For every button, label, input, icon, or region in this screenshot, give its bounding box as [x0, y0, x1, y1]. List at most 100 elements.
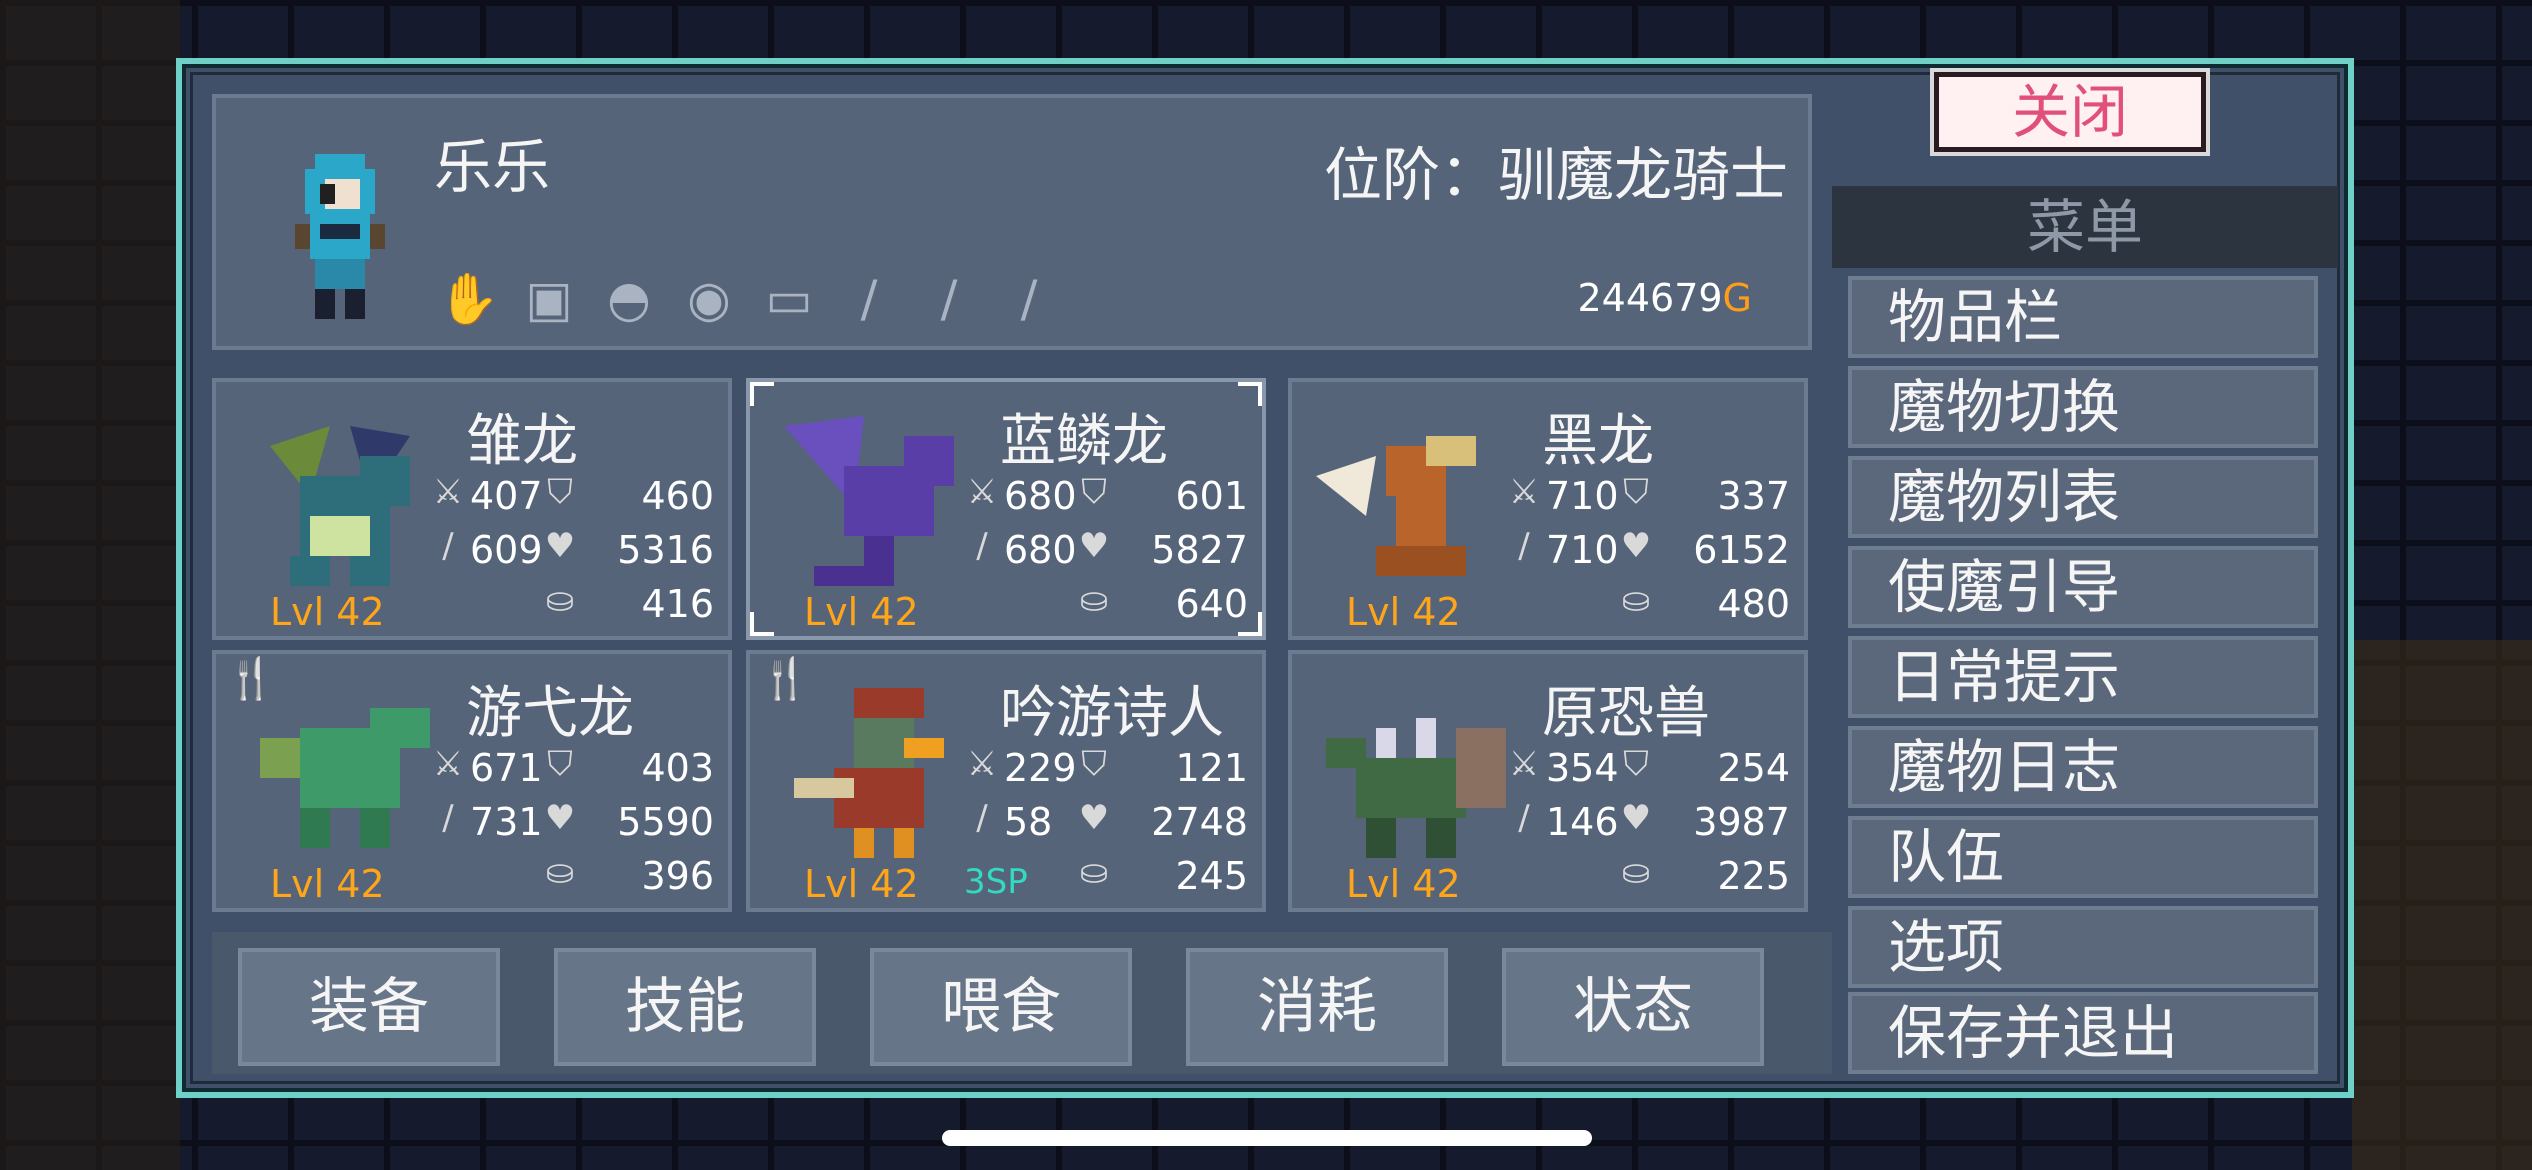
- food-row: ⛀ 396: [416, 852, 726, 900]
- selection-corner: [750, 612, 774, 636]
- monster-card-selected[interactable]: 蓝鳞龙 ⚔ 680 ⛉ 601 ∕ 680 ♥ 5827 ⛀ 640 Lvl 42: [746, 378, 1266, 640]
- heart-icon: ♥: [1078, 798, 1110, 838]
- food-value: 416: [641, 582, 714, 626]
- health-value: 5827: [1151, 528, 1248, 572]
- home-indicator[interactable]: [942, 1130, 1592, 1146]
- heart-icon: ♥: [544, 798, 576, 838]
- wand-icon: ∕: [976, 526, 988, 566]
- monster-name: 蓝鳞龙: [1000, 409, 1168, 474]
- shield-icon: ⛉: [1623, 744, 1649, 784]
- shield-icon: ⛉: [547, 744, 573, 784]
- black-dragon-sprite: [1316, 436, 1476, 576]
- blue-scale-dragon-sprite: [784, 416, 954, 586]
- skills-button[interactable]: 技能: [554, 948, 816, 1066]
- rank-value: 驯魔龙骑士: [1497, 141, 1788, 209]
- wand-icon: ∕: [976, 798, 988, 838]
- menu-item-save-and-quit[interactable]: 保存并退出: [1848, 992, 2318, 1074]
- shield-icon: ⛉: [1081, 472, 1107, 512]
- monster-card[interactable]: 原恐兽 ⚔ 354 ⛉ 254 ∕ 146 ♥ 3987 ⛀ 225 Lvl 42: [1288, 650, 1808, 912]
- defense-value: 337: [1717, 474, 1790, 518]
- monster-card[interactable]: 🍴 吟游诗人 ⚔ 229 ⛉ 121 ∕ 58 ♥ 2748 ⛀ 245 Lvl 42 3…: [746, 650, 1266, 912]
- gauntlet-icon[interactable]: ✋: [436, 266, 502, 332]
- magic-health-row: ∕ 146 ♥ 3987: [1492, 798, 1802, 846]
- monster-name: 黑龙: [1542, 409, 1654, 474]
- feather-icon[interactable]: ∕: [916, 266, 982, 332]
- menu-item-inventory[interactable]: 物品栏: [1848, 276, 2318, 358]
- food-value: 396: [641, 854, 714, 898]
- sword-icon: ⚔: [966, 744, 998, 784]
- food-value: 225: [1717, 854, 1790, 898]
- food-value: 480: [1717, 582, 1790, 626]
- defense-value: 460: [641, 474, 714, 518]
- monster-card[interactable]: 黑龙 ⚔ 710 ⛉ 337 ∕ 710 ♥ 6152 ⛀ 480 Lvl 42: [1288, 378, 1808, 640]
- attack-value: 229: [1004, 746, 1077, 790]
- level-label: Lvl 42: [1346, 862, 1461, 906]
- hatchling-dragon-sprite: [270, 426, 410, 586]
- close-button[interactable]: 关闭: [1934, 72, 2206, 152]
- feather-icon[interactable]: ∕: [836, 266, 902, 332]
- gold-unit: G: [1722, 276, 1752, 320]
- helmet-icon[interactable]: ◓: [596, 266, 662, 332]
- wand-icon: ∕: [442, 798, 454, 838]
- feed-button[interactable]: 喂食: [870, 948, 1132, 1066]
- food-row: ⛀ 225: [1492, 852, 1802, 900]
- attack-defense-row: ⚔ 710 ⛉ 337: [1492, 472, 1802, 520]
- shield-icon: ⛉: [1081, 744, 1107, 784]
- attack-value: 354: [1546, 746, 1619, 790]
- ring-icon[interactable]: ◉: [676, 266, 742, 332]
- magic-health-row: ∕ 58 ♥ 2748: [950, 798, 1260, 846]
- magic-health-row: ∕ 731 ♥ 5590: [416, 798, 726, 846]
- health-value: 5590: [617, 800, 714, 844]
- player-header-panel: 乐乐 位阶：驯魔龙骑士 ✋ ▣ ◓ ◉ ▭ ∕ ∕ ∕ 244679G: [212, 94, 1812, 350]
- attack-value: 710: [1546, 474, 1619, 518]
- equip-button[interactable]: 装备: [238, 948, 500, 1066]
- food-icon: ⛀: [1079, 852, 1109, 892]
- consumables-button[interactable]: 消耗: [1186, 948, 1448, 1066]
- heart-icon: ♥: [544, 526, 576, 566]
- feather-icon[interactable]: ∕: [996, 266, 1062, 332]
- defense-value: 121: [1175, 746, 1248, 790]
- menu-item-options[interactable]: 选项: [1848, 906, 2318, 988]
- attack-defense-row: ⚔ 671 ⛉ 403: [416, 744, 726, 792]
- magic-value: 710: [1546, 528, 1619, 572]
- menu-item-monster-journal[interactable]: 魔物日志: [1848, 726, 2318, 808]
- magic-health-row: ∕ 680 ♥ 5827: [950, 526, 1260, 574]
- defense-value: 601: [1175, 474, 1248, 518]
- belt-icon[interactable]: ▭: [756, 266, 822, 332]
- menu-item-daily-tips[interactable]: 日常提示: [1848, 636, 2318, 718]
- player-name: 乐乐: [434, 133, 551, 201]
- menu-item-switch-monster[interactable]: 魔物切换: [1848, 366, 2318, 448]
- food-row: ⛀ 480: [1492, 580, 1802, 628]
- food-value: 640: [1175, 582, 1248, 626]
- shield-icon: ⛉: [547, 472, 573, 512]
- attack-value: 407: [470, 474, 543, 518]
- gold-counter: 244679G: [1577, 276, 1752, 320]
- level-label: Lvl 42: [804, 590, 919, 634]
- menu-item-monster-list[interactable]: 魔物列表: [1848, 456, 2318, 538]
- level-label: Lvl 42: [1346, 590, 1461, 634]
- monster-card[interactable]: 雏龙 ⚔ 407 ⛉ 460 ∕ 609 ♥ 5316 ⛀ 416 Lvl 42: [212, 378, 732, 640]
- monster-name: 吟游诗人: [1000, 681, 1224, 746]
- monster-card[interactable]: 🍴 游弋龙 ⚔ 671 ⛉ 403 ∕ 731 ♥ 5590 ⛀ 396 Lvl 42: [212, 650, 732, 912]
- attack-value: 671: [470, 746, 543, 790]
- level-label: Lvl 42: [270, 862, 385, 906]
- player-avatar: [295, 154, 385, 319]
- roaming-dragon-sprite: [260, 708, 430, 848]
- gold-amount: 244679: [1577, 276, 1723, 320]
- selection-corner: [1238, 382, 1262, 406]
- menu-item-party[interactable]: 队伍: [1848, 816, 2318, 898]
- armor-icon[interactable]: ▣: [516, 266, 582, 332]
- defense-value: 403: [641, 746, 714, 790]
- health-value: 6152: [1693, 528, 1790, 572]
- sword-icon: ⚔: [1508, 472, 1540, 512]
- selection-corner: [750, 382, 774, 406]
- magic-value: 680: [1004, 528, 1077, 572]
- status-button[interactable]: 状态: [1502, 948, 1764, 1066]
- health-value: 2748: [1151, 800, 1248, 844]
- defense-value: 254: [1717, 746, 1790, 790]
- monster-name: 雏龙: [466, 409, 578, 474]
- magic-health-row: ∕ 609 ♥ 5316: [416, 526, 726, 574]
- level-label: Lvl 42: [270, 590, 385, 634]
- menu-item-familiar-guide[interactable]: 使魔引导: [1848, 546, 2318, 628]
- food-row: ⛀ 416: [416, 580, 726, 628]
